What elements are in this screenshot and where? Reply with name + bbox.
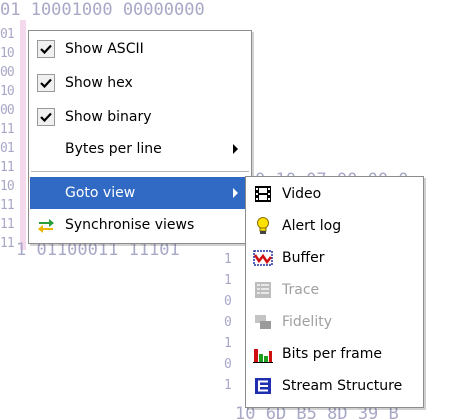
menu-item-label: Goto view: [65, 185, 136, 201]
menu-item-synchronise-views[interactable]: Synchronise views: [30, 209, 250, 241]
submenu-item-bits-per-frame[interactable]: Bits per frame: [247, 338, 422, 370]
buffer-graph-icon: [247, 242, 279, 274]
hex-left-cell: 10: [0, 46, 15, 61]
context-menu: Show ASCII Show hex Show binary Bytes pe…: [28, 30, 252, 244]
hex-left-cell: 10: [0, 84, 15, 99]
checkmark-icon: [37, 40, 55, 58]
submenu-item-stream-structure[interactable]: Stream Structure: [247, 370, 422, 402]
menu-item-goto-view[interactable]: Goto view: [30, 177, 250, 209]
hex-left-cell: 01: [0, 27, 15, 42]
submenu-item-label: Video: [282, 186, 322, 202]
checkbox-show-ascii[interactable]: [30, 33, 62, 65]
hex-left-cell: 00: [0, 65, 15, 80]
hex-mid-cell: 1: [224, 273, 232, 288]
hex-mid-cell: 1: [224, 336, 232, 351]
hex-row-top: 01 10001000 00000000: [0, 0, 205, 20]
menu-item-label: Show ASCII: [65, 41, 144, 57]
submenu-item-label: Fidelity: [282, 314, 332, 330]
menu-item-label: Bytes per line: [65, 141, 162, 157]
checkbox-show-hex[interactable]: [30, 67, 62, 99]
screen: 01 10001000 00000000 01 10 00 10 00 11 0…: [0, 0, 454, 419]
sync-arrows-icon: [30, 209, 62, 241]
hex-left-cell: 00: [0, 103, 15, 118]
menu-item-show-hex[interactable]: Show hex: [30, 67, 250, 99]
hex-mid-cell: 0: [224, 294, 232, 309]
submenu-item-trace[interactable]: Trace: [247, 274, 422, 306]
hex-row-bottom-left: 1 01100011 11101: [16, 240, 180, 260]
submenu-item-buffer[interactable]: Buffer: [247, 242, 422, 274]
submenu-item-label: Buffer: [282, 250, 325, 266]
menu-item-show-binary[interactable]: Show binary: [30, 101, 250, 133]
bar-chart-icon: [247, 338, 279, 370]
submenu-item-label: Alert log: [282, 218, 342, 234]
checkbox-show-binary[interactable]: [30, 101, 62, 133]
hex-left-cell: 01: [0, 141, 15, 156]
checkmark-icon: [37, 74, 55, 92]
menu-item-label: Show hex: [65, 75, 133, 91]
hex-mid-cell: 1: [224, 378, 232, 393]
film-icon: [247, 178, 279, 210]
stream-structure-icon: [247, 370, 279, 402]
hex-left-cell: 11: [0, 122, 15, 137]
hex-left-cell: 11: [0, 160, 15, 175]
submenu-item-alert-log[interactable]: Alert log: [247, 210, 422, 242]
menu-separator: [31, 171, 249, 173]
hex-left-cell: 11: [0, 198, 15, 213]
hex-mid-cell: 0: [224, 357, 232, 372]
hex-left-cell: 11: [0, 217, 15, 232]
submenu-arrow-icon: [233, 188, 238, 198]
hex-mid-cell: 0: [224, 315, 232, 330]
menu-item-bytes-per-line[interactable]: Bytes per line: [30, 133, 250, 165]
trace-grid-icon: [247, 274, 279, 306]
selection-stripe: [20, 20, 26, 250]
submenu-item-video[interactable]: Video: [247, 178, 422, 210]
hex-mid-cell: 1: [224, 252, 232, 267]
menu-item-label: Synchronise views: [65, 217, 195, 233]
fidelity-windows-icon: [247, 306, 279, 338]
goto-view-submenu: Video Alert log Buffer Trace Fidelity Bi…: [245, 176, 424, 408]
submenu-item-label: Bits per frame: [282, 346, 382, 362]
checkmark-icon: [37, 108, 55, 126]
menu-item-label: Show binary: [65, 109, 152, 125]
hex-left-cell: 10: [0, 179, 15, 194]
menu-item-show-ascii[interactable]: Show ASCII: [30, 33, 250, 65]
hex-left-cell: 11: [0, 236, 15, 251]
lightbulb-icon: [247, 210, 279, 242]
submenu-item-label: Stream Structure: [282, 378, 403, 394]
submenu-item-fidelity[interactable]: Fidelity: [247, 306, 422, 338]
submenu-arrow-icon: [233, 144, 238, 154]
submenu-item-label: Trace: [282, 282, 320, 298]
